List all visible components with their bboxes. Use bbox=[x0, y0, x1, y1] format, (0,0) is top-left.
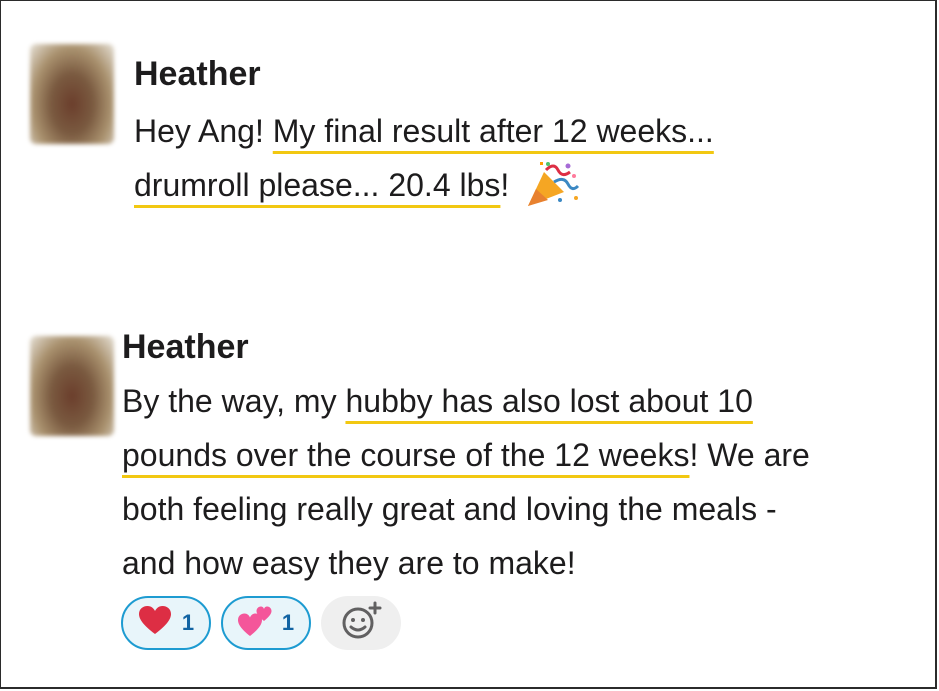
message-line: pounds over the course of the 12 weeks! … bbox=[122, 428, 810, 482]
message-line: drumroll please... 20.4 lbs! bbox=[134, 158, 714, 212]
text-highlight: drumroll please... 20.4 lbs bbox=[134, 167, 501, 203]
message-line: and how easy they are to make! bbox=[122, 536, 810, 590]
text-plain: Hey Ang! bbox=[134, 113, 273, 149]
text-highlight: hubby has also lost about 10 bbox=[345, 383, 753, 419]
message-text: By the way, my hubby has also lost about… bbox=[122, 374, 810, 590]
two-hearts-icon bbox=[237, 605, 272, 642]
text-highlight: pounds over the course of the 12 weeks bbox=[122, 437, 690, 473]
text-plain: and how easy they are to make! bbox=[122, 545, 576, 581]
author-name[interactable]: Heather bbox=[122, 327, 249, 367]
text-plain: both feeling really great and loving the… bbox=[122, 491, 777, 527]
message-line: By the way, my hubby has also lost about… bbox=[122, 374, 810, 428]
author-name[interactable]: Heather bbox=[134, 54, 261, 94]
message-line: Hey Ang! My final result after 12 weeks.… bbox=[134, 104, 714, 158]
message-text: Hey Ang! My final result after 12 weeks.… bbox=[134, 104, 714, 212]
reactions-bar: 1 1 bbox=[121, 596, 401, 650]
add-reaction-icon bbox=[339, 601, 383, 646]
text-plain: ! bbox=[500, 167, 519, 203]
red-heart-icon bbox=[138, 605, 172, 642]
avatar[interactable] bbox=[30, 44, 114, 144]
text-highlight: My final result after 12 weeks... bbox=[272, 113, 714, 149]
add-reaction-button[interactable] bbox=[321, 596, 401, 650]
reaction-count: 1 bbox=[281, 610, 295, 635]
text-plain: By the way, my bbox=[122, 383, 346, 419]
reaction-two-hearts[interactable]: 1 bbox=[221, 596, 311, 650]
message-line: both feeling really great and loving the… bbox=[122, 482, 810, 536]
reaction-red-heart[interactable]: 1 bbox=[121, 596, 211, 650]
text-plain: ! We are bbox=[689, 437, 810, 473]
party-popper-icon bbox=[524, 160, 580, 208]
reaction-count: 1 bbox=[181, 610, 195, 635]
avatar[interactable] bbox=[30, 336, 114, 436]
